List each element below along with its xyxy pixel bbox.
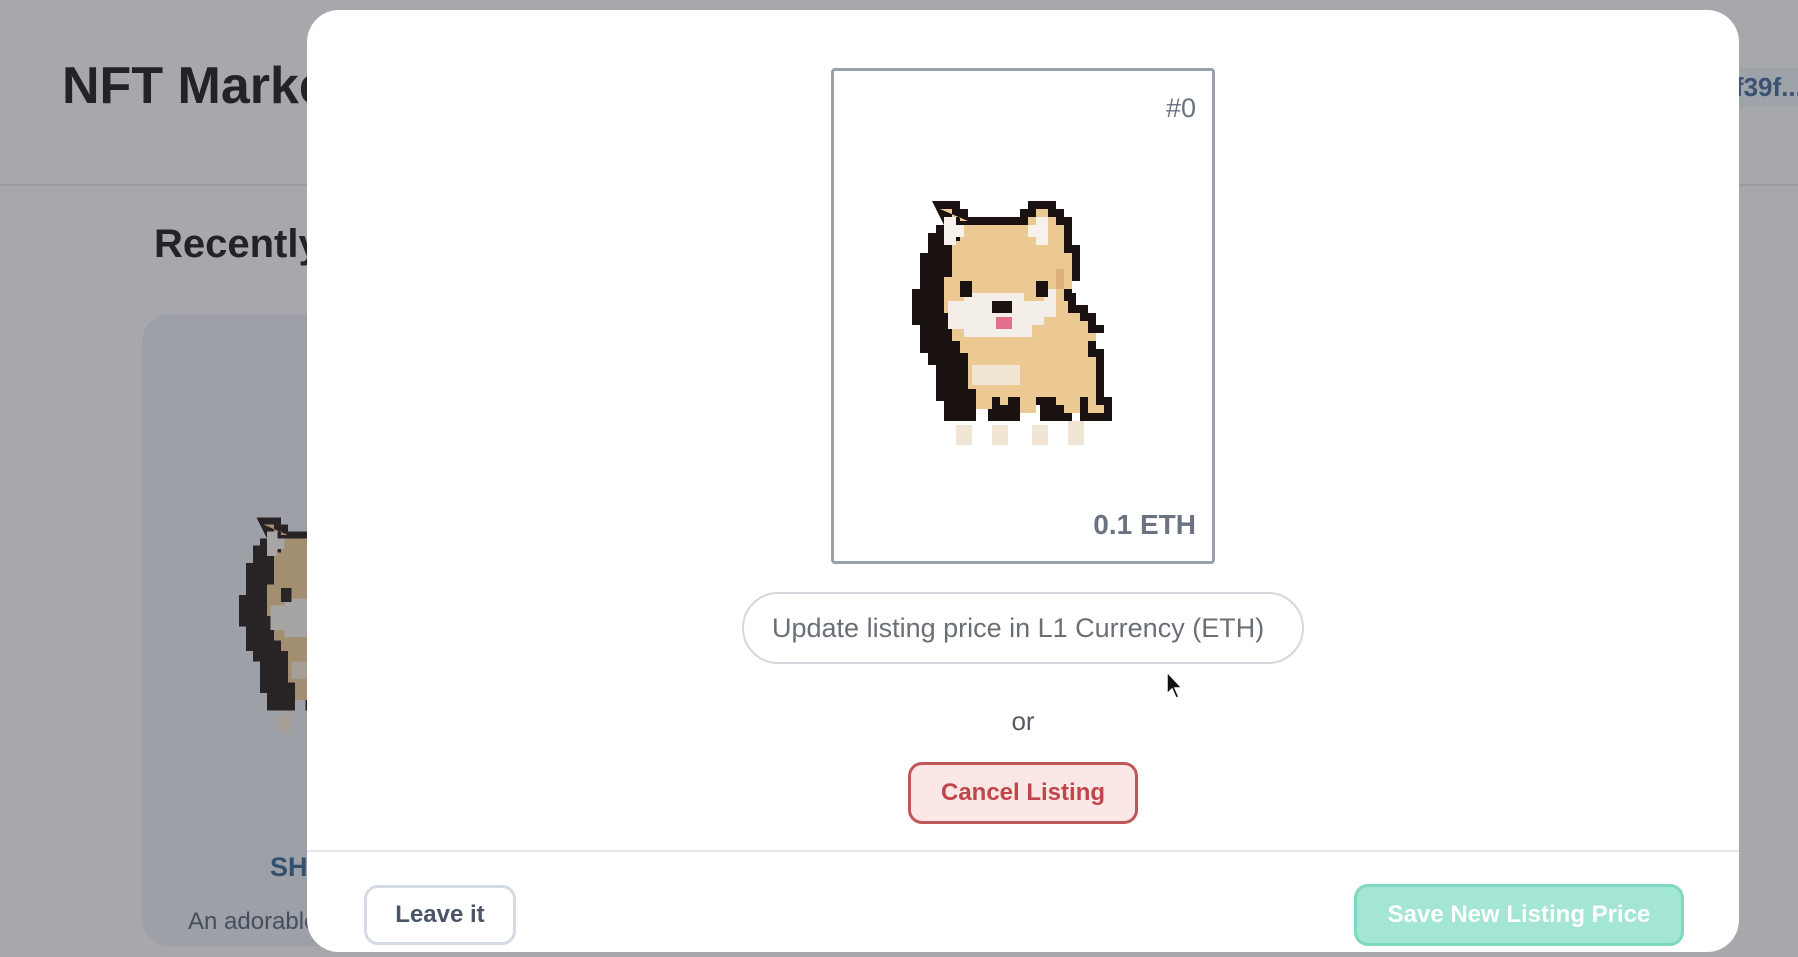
- footer-divider: [307, 850, 1739, 852]
- nft-preview-card: #0 0.1 ETH: [831, 68, 1215, 564]
- save-new-listing-price-button[interactable]: Save New Listing Price: [1354, 884, 1684, 946]
- or-separator: or: [1011, 706, 1035, 736]
- leave-it-button[interactable]: Leave it: [364, 885, 516, 945]
- nft-token-id: #0: [1165, 93, 1196, 123]
- nft-listing-price: 0.1 ETH: [1093, 509, 1196, 540]
- shiba-inu-image: [912, 201, 1112, 445]
- manage-listing-modal: #0 0.1 ETH or Cancel Listing Leave it Sa…: [307, 10, 1739, 952]
- listing-price-input[interactable]: [742, 592, 1304, 664]
- mouse-pointer-icon: [1166, 670, 1184, 699]
- cancel-listing-button[interactable]: Cancel Listing: [908, 762, 1138, 824]
